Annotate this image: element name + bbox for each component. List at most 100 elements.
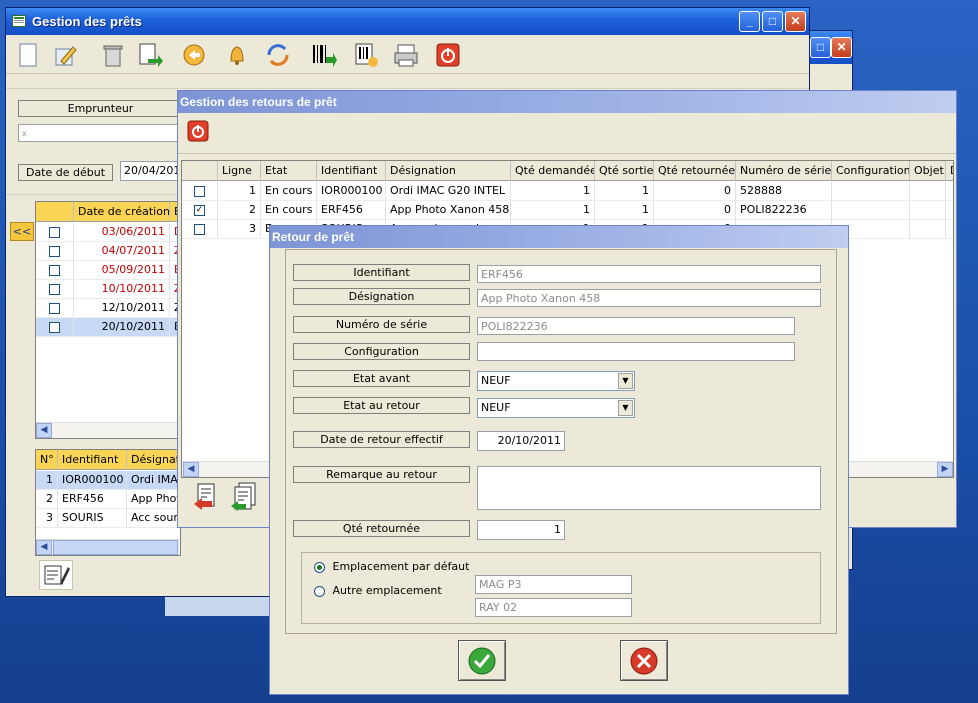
returns-header[interactable]: Etat bbox=[261, 161, 317, 181]
returns-row-check[interactable] bbox=[182, 182, 218, 201]
chevron-down-icon[interactable]: ▼ bbox=[618, 373, 633, 389]
items-header-identifiant[interactable]: Identifiant bbox=[58, 450, 127, 470]
checkbox-icon[interactable] bbox=[49, 283, 60, 295]
loans-row-check[interactable] bbox=[36, 280, 74, 299]
new-document-icon[interactable] bbox=[14, 41, 42, 69]
checkbox-checked-icon[interactable]: ✓ bbox=[194, 204, 205, 216]
loans-row-check[interactable] bbox=[36, 318, 74, 337]
scroll-left-icon[interactable]: ◀ bbox=[36, 540, 52, 555]
designation-field[interactable]: App Photo Xanon 458 bbox=[477, 289, 821, 307]
returns-cell bbox=[910, 220, 946, 239]
barcode-out-icon[interactable] bbox=[309, 41, 337, 69]
refresh-icon[interactable] bbox=[264, 41, 292, 69]
loans-row-check[interactable] bbox=[36, 299, 74, 318]
returns-header[interactable]: Qté retournée bbox=[654, 161, 736, 181]
returns-titlebar[interactable]: Gestion des retours de prêt bbox=[178, 91, 956, 113]
barcode-return-icon[interactable] bbox=[352, 41, 380, 69]
date-debut-field[interactable]: 20/04/201 bbox=[120, 161, 182, 181]
scroll-thumb[interactable] bbox=[53, 540, 178, 555]
returns-header[interactable]: Identifiant bbox=[317, 161, 386, 181]
scroll-left-icon[interactable]: ◀ bbox=[183, 462, 199, 477]
etat-retour-select[interactable]: NEUF ▼ bbox=[477, 398, 635, 418]
checkbox-icon[interactable] bbox=[194, 185, 205, 197]
return-icon[interactable] bbox=[180, 41, 208, 69]
returns-cell-serie: 528888 bbox=[736, 182, 832, 201]
emprunteur-field[interactable]: x bbox=[18, 124, 183, 142]
remarque-label: Remarque au retour bbox=[293, 466, 470, 483]
minimize-button[interactable]: _ bbox=[739, 11, 760, 32]
app-icon bbox=[12, 15, 26, 27]
empl-ray-field[interactable]: RAY 02 bbox=[475, 598, 632, 617]
checkbox-icon[interactable] bbox=[49, 226, 60, 238]
return-item-icon[interactable] bbox=[192, 480, 222, 512]
serie-field[interactable]: POLI822236 bbox=[477, 317, 795, 335]
chevron-down-icon[interactable]: ▼ bbox=[618, 400, 633, 416]
loans-header-date[interactable]: Date de création bbox=[74, 202, 170, 222]
etat-avant-label: Etat avant bbox=[293, 370, 470, 387]
items-scrollbar[interactable]: ◀ bbox=[36, 539, 180, 555]
qte-retournee-label: Qté retournée bbox=[293, 520, 470, 537]
returns-header[interactable]: D bbox=[946, 161, 953, 181]
items-row-identifiant: IOR000100 bbox=[58, 471, 127, 490]
scroll-right-icon[interactable]: ▶ bbox=[937, 462, 953, 477]
returns-cell-id: ERF456 bbox=[317, 201, 386, 220]
loans-row-date: 05/09/2011 bbox=[74, 261, 170, 280]
confirm-button[interactable] bbox=[458, 640, 506, 681]
close-button[interactable]: ✕ bbox=[785, 11, 806, 32]
loans-row-date: 04/07/2011 bbox=[74, 242, 170, 261]
empl-mag-field[interactable]: MAG P3 bbox=[475, 575, 632, 594]
bell-icon[interactable] bbox=[223, 41, 251, 69]
items-header-n[interactable]: N° bbox=[36, 450, 58, 470]
maximize-button[interactable]: □ bbox=[762, 11, 783, 32]
remarque-field[interactable] bbox=[477, 466, 821, 510]
designation-label: Désignation bbox=[293, 288, 470, 305]
returns-header[interactable]: Ligne bbox=[218, 161, 261, 181]
cancel-button[interactable] bbox=[620, 640, 668, 681]
empl-autre-radio[interactable]: Autre emplacement bbox=[314, 584, 442, 597]
items-table: N° Identifiant Désignatio 1IOR000100Ordi… bbox=[35, 449, 181, 556]
checkbox-icon[interactable] bbox=[49, 264, 60, 276]
background-close-button[interactable]: ✕ bbox=[831, 37, 852, 58]
serie-label: Numéro de série bbox=[293, 316, 470, 333]
scroll-left-icon[interactable]: ◀ bbox=[36, 423, 52, 438]
configuration-field[interactable] bbox=[477, 342, 795, 361]
return-all-icon[interactable] bbox=[230, 480, 260, 512]
checkbox-icon[interactable] bbox=[49, 245, 60, 257]
print-icon[interactable] bbox=[392, 41, 420, 69]
collapse-button[interactable]: << bbox=[10, 222, 34, 241]
returns-header[interactable]: Configuration bbox=[832, 161, 910, 181]
checkbox-icon[interactable] bbox=[194, 223, 205, 235]
trash-icon[interactable] bbox=[99, 41, 127, 69]
loans-scrollbar[interactable]: ◀ bbox=[36, 422, 180, 438]
loans-row-check[interactable] bbox=[36, 223, 74, 242]
export-icon[interactable] bbox=[136, 41, 164, 69]
edit-icon[interactable] bbox=[51, 41, 79, 69]
close-icon bbox=[630, 647, 658, 675]
date-retour-field[interactable]: 20/10/2011 bbox=[477, 431, 565, 451]
empl-defaut-radio[interactable]: Emplacement par défaut bbox=[314, 560, 469, 573]
returns-power-icon[interactable] bbox=[187, 120, 209, 142]
returns-header[interactable]: Qté demandée bbox=[511, 161, 595, 181]
dialog-titlebar[interactable]: Retour de prêt bbox=[270, 226, 848, 248]
qte-retournee-field[interactable]: 1 bbox=[477, 520, 565, 540]
returns-header[interactable]: Qté sortie bbox=[595, 161, 654, 181]
returns-row-check[interactable]: ✓ bbox=[182, 201, 218, 220]
returns-header[interactable]: Objet bbox=[910, 161, 946, 181]
loans-row-check[interactable] bbox=[36, 242, 74, 261]
sign-document-icon[interactable] bbox=[39, 560, 73, 590]
loans-row-check[interactable] bbox=[36, 261, 74, 280]
items-header-designation[interactable]: Désignatio bbox=[127, 450, 180, 470]
returns-header[interactable]: Désignation bbox=[386, 161, 511, 181]
returns-row-check[interactable] bbox=[182, 220, 218, 239]
radio-empty-icon[interactable] bbox=[314, 585, 325, 597]
checkbox-icon[interactable] bbox=[49, 321, 60, 333]
background-maximize-button[interactable]: □ bbox=[810, 37, 831, 58]
power-icon[interactable] bbox=[434, 41, 462, 69]
main-titlebar[interactable]: Gestion des prêts _ □ ✕ bbox=[6, 8, 809, 35]
returns-header[interactable]: Numéro de série bbox=[736, 161, 832, 181]
etat-avant-select[interactable]: NEUF ▼ bbox=[477, 371, 635, 391]
loans-row-date: 03/06/2011 bbox=[74, 223, 170, 242]
identifiant-field[interactable]: ERF456 bbox=[477, 265, 821, 283]
checkbox-icon[interactable] bbox=[49, 302, 60, 314]
radio-selected-icon[interactable] bbox=[314, 561, 325, 573]
